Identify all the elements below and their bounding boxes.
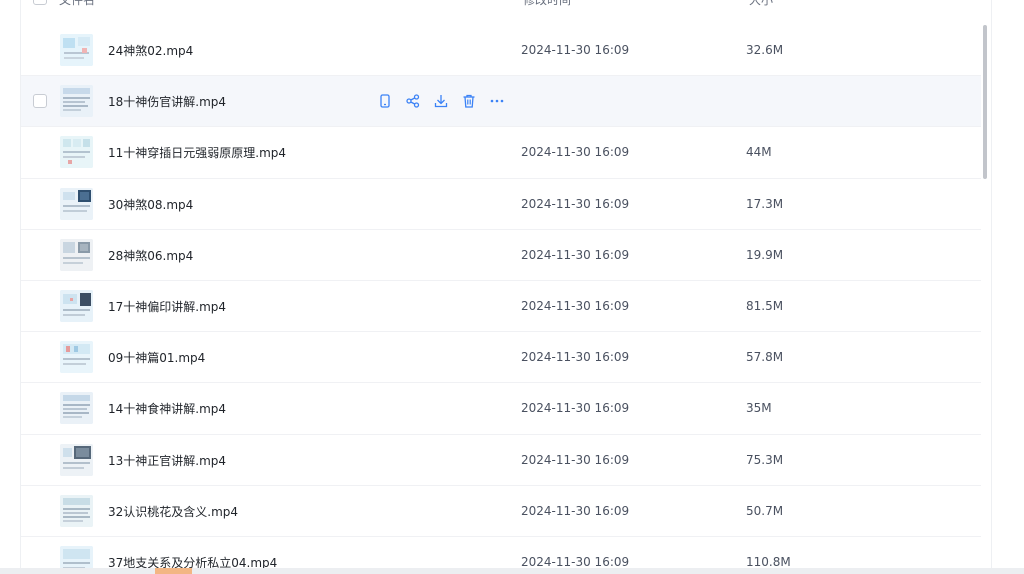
- file-size: 19.9M: [746, 247, 784, 262]
- select-all-checkbox[interactable]: [33, 0, 47, 5]
- file-list-header: 文件名 修改时间 大小: [21, 0, 981, 10]
- file-list-panel: 文件名 修改时间 大小 24神煞02.mp4 2024-11-30 16:09 …: [20, 0, 991, 568]
- file-size: 35M: [746, 401, 772, 416]
- file-modified-time: 2024-11-30 16:09: [521, 350, 630, 365]
- video-thumbnail: [60, 34, 93, 66]
- file-modified-time: 2024-11-30 16:09: [521, 145, 630, 160]
- file-modified-time: 2024-11-30 16:09: [521, 43, 630, 57]
- file-row[interactable]: 14十神食神讲解.mp4 2024-11-30 16:09 35M: [21, 383, 981, 435]
- file-name[interactable]: 13十神正官讲解.mp4: [108, 452, 226, 469]
- file-size: 50.7M: [746, 503, 784, 518]
- file-name[interactable]: 14十神食神讲解.mp4: [108, 400, 226, 417]
- video-thumbnail: [60, 494, 93, 527]
- file-name[interactable]: 32认识桃花及含义.mp4: [108, 503, 238, 520]
- file-row[interactable]: 09十神篇01.mp4 2024-11-30 16:09 57.8M: [21, 332, 981, 384]
- file-modified-time: 2024-11-30 16:09: [521, 554, 630, 568]
- file-row[interactable]: 11十神穿插日元强弱原原理.mp4 2024-11-30 16:09 44M: [21, 127, 981, 179]
- column-header-name[interactable]: 文件名: [59, 0, 95, 8]
- right-pane: [991, 0, 1024, 574]
- share-icon[interactable]: [405, 93, 421, 109]
- file-row-hovered[interactable]: 18十神伤官讲解.mp4: [21, 76, 981, 128]
- more-icon[interactable]: [489, 93, 505, 109]
- video-thumbnail: [60, 289, 93, 322]
- file-size: 110.8M: [746, 554, 791, 568]
- file-row[interactable]: 13十神正官讲解.mp4 2024-11-30 16:09 75.3M: [21, 435, 981, 486]
- video-thumbnail: [60, 443, 93, 476]
- file-size: 17.3M: [746, 196, 784, 211]
- file-size: 57.8M: [746, 350, 784, 365]
- column-header-size[interactable]: 大小: [749, 0, 773, 8]
- file-size: 75.3M: [746, 452, 784, 467]
- file-modified-time: 2024-11-30 16:09: [521, 196, 630, 211]
- file-name[interactable]: 09十神篇01.mp4: [108, 349, 205, 366]
- file-name[interactable]: 18十神伤官讲解.mp4: [108, 93, 226, 110]
- file-name[interactable]: 30神煞08.mp4: [108, 196, 193, 213]
- file-row[interactable]: 32认识桃花及含义.mp4 2024-11-30 16:09 50.7M: [21, 486, 981, 537]
- video-thumbnail: [60, 85, 93, 118]
- file-name[interactable]: 11十神穿插日元强弱原原理.mp4: [108, 144, 286, 161]
- video-thumbnail: [60, 341, 93, 374]
- file-size: 32.6M: [746, 43, 784, 57]
- video-thumbnail: [60, 136, 93, 169]
- file-row[interactable]: 17十神偏印讲解.mp4 2024-11-30 16:09 81.5M: [21, 281, 981, 333]
- vertical-scrollbar[interactable]: [983, 25, 987, 179]
- left-pane: [0, 0, 20, 574]
- file-name[interactable]: 17十神偏印讲解.mp4: [108, 298, 226, 315]
- row-checkbox[interactable]: [33, 94, 47, 109]
- download-icon[interactable]: [433, 93, 449, 109]
- file-size: 81.5M: [746, 298, 784, 313]
- file-name[interactable]: 28神煞06.mp4: [108, 247, 193, 264]
- horizontal-scrollbar[interactable]: [0, 568, 1024, 574]
- file-modified-time: 2024-11-30 16:09: [521, 298, 630, 313]
- file-row[interactable]: 30神煞08.mp4 2024-11-30 16:09 17.3M: [21, 179, 981, 230]
- horizontal-scroll-thumb[interactable]: [155, 568, 192, 574]
- file-name[interactable]: 37地支关系及分析私立04.mp4: [108, 554, 277, 568]
- video-thumbnail: [60, 545, 93, 568]
- video-thumbnail: [60, 392, 93, 425]
- file-modified-time: 2024-11-30 16:09: [521, 401, 630, 416]
- file-row[interactable]: 24神煞02.mp4 2024-11-30 16:09 32.6M: [21, 25, 981, 77]
- column-header-time[interactable]: 修改时间: [523, 0, 571, 8]
- file-name[interactable]: 24神煞02.mp4: [108, 42, 193, 59]
- file-modified-time: 2024-11-30 16:09: [521, 503, 630, 518]
- delete-icon[interactable]: [461, 93, 477, 109]
- file-modified-time: 2024-11-30 16:09: [521, 247, 630, 262]
- file-size: 44M: [746, 145, 772, 160]
- file-row[interactable]: 28神煞06.mp4 2024-11-30 16:09 19.9M: [21, 230, 981, 281]
- file-modified-time: 2024-11-30 16:09: [521, 452, 630, 467]
- video-thumbnail: [60, 238, 93, 271]
- file-row[interactable]: 37地支关系及分析私立04.mp4 2024-11-30 16:09 110.8…: [21, 537, 981, 568]
- phone-icon[interactable]: [377, 93, 393, 109]
- video-thumbnail: [60, 187, 93, 220]
- file-list: 24神煞02.mp4 2024-11-30 16:09 32.6M 18十神伤官…: [21, 25, 981, 568]
